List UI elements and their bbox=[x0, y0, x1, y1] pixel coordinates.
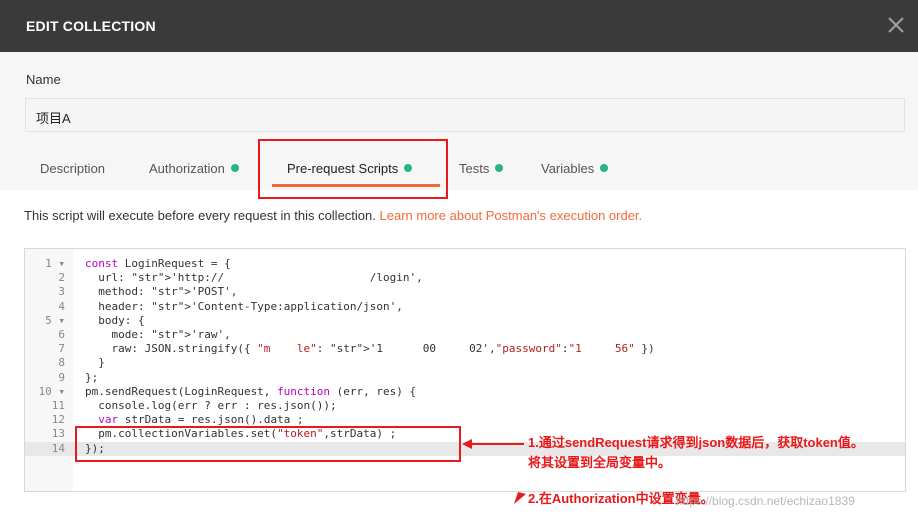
highlight-box-tab bbox=[258, 139, 448, 199]
code-text: body: { bbox=[85, 313, 145, 327]
line-number: 14 bbox=[51, 441, 65, 455]
code-line: 7 raw: JSON.stringify({ "m le": "str">'1… bbox=[25, 342, 905, 356]
code-line: 6 mode: "str">'raw', bbox=[25, 328, 905, 342]
code-text: const LoginRequest = { bbox=[85, 257, 231, 270]
line-number: 3 bbox=[58, 285, 65, 299]
code-text: url: "str">'http:// /login', bbox=[85, 271, 423, 285]
dialog-title: EDIT COLLECTION bbox=[26, 18, 156, 34]
line-number: 9 bbox=[58, 370, 65, 384]
line-number: 6 bbox=[58, 328, 65, 341]
code-line: 8 } bbox=[25, 356, 905, 370]
code-text: console.log(err ? err : res.json()); bbox=[85, 399, 337, 412]
line-number: 8 bbox=[58, 356, 65, 370]
tab-tests[interactable]: Tests bbox=[459, 161, 504, 176]
tab-variables[interactable]: Variables bbox=[541, 161, 609, 176]
line-number: 13 bbox=[51, 427, 65, 441]
learn-more-link[interactable]: Learn more about Postman's execution ord… bbox=[380, 208, 643, 223]
line-number: 4 bbox=[58, 299, 65, 313]
annotation-note-1b: 将其设置到全局变量中。 bbox=[528, 455, 672, 470]
line-number: 10 ▾ bbox=[38, 384, 66, 398]
code-text: header: "str">'Content-Type:application/… bbox=[85, 299, 403, 313]
code-text: } bbox=[85, 356, 105, 370]
code-line: 11 console.log(err ? err : res.json()); bbox=[25, 399, 905, 413]
info-text: This script will execute before every re… bbox=[24, 208, 643, 223]
code-line: 9}; bbox=[25, 371, 905, 385]
code-text: }; bbox=[85, 370, 99, 384]
status-dot-icon bbox=[495, 164, 504, 172]
arrow-icon bbox=[514, 492, 526, 504]
status-dot-icon bbox=[230, 164, 239, 172]
line-number: 12 bbox=[51, 413, 65, 427]
line-number: 7 bbox=[58, 342, 65, 356]
code-text: method: "str">'POST', bbox=[85, 285, 238, 299]
arrow-icon bbox=[462, 439, 524, 449]
line-number: 2 bbox=[58, 271, 65, 285]
line-number: 5 ▾ bbox=[45, 313, 65, 327]
line-number: 11 bbox=[51, 399, 65, 412]
code-line: 1 ▾ const LoginRequest = { bbox=[25, 257, 905, 271]
line-number: 1 ▾ bbox=[45, 257, 65, 270]
code-text: pm.sendRequest(LoginRequest, function (e… bbox=[85, 384, 417, 398]
code-line: 3 method: "str">'POST', bbox=[25, 285, 905, 299]
watermark: https://blog.csdn.net/echizao1839 bbox=[676, 494, 855, 508]
code-text: raw: JSON.stringify({ "m le": "str">'1 0… bbox=[85, 342, 655, 356]
code-text: mode: "str">'raw', bbox=[85, 328, 231, 341]
code-line: 10 ▾ pm.sendRequest(LoginRequest, functio… bbox=[25, 385, 905, 399]
tab-bar: Description Authorization Pre-request Sc… bbox=[0, 156, 918, 190]
tab-authorization[interactable]: Authorization bbox=[149, 161, 239, 176]
name-label: Name bbox=[26, 72, 61, 87]
highlight-box-code bbox=[75, 426, 461, 462]
status-dot-icon bbox=[600, 164, 609, 172]
code-line: 4 header: "str">'Content-Type:applicatio… bbox=[25, 300, 905, 314]
code-line: 5 ▾ body: { bbox=[25, 314, 905, 328]
annotation-note-1: 1.通过sendRequest请求得到json数据后，获取token值。 bbox=[528, 435, 864, 450]
name-input[interactable]: 项目A bbox=[25, 98, 905, 132]
tab-description[interactable]: Description bbox=[40, 161, 105, 176]
close-icon[interactable] bbox=[882, 11, 910, 39]
title-bar: EDIT COLLECTION bbox=[0, 0, 918, 52]
code-line: 2 url: "str">'http:// /login', bbox=[25, 271, 905, 285]
